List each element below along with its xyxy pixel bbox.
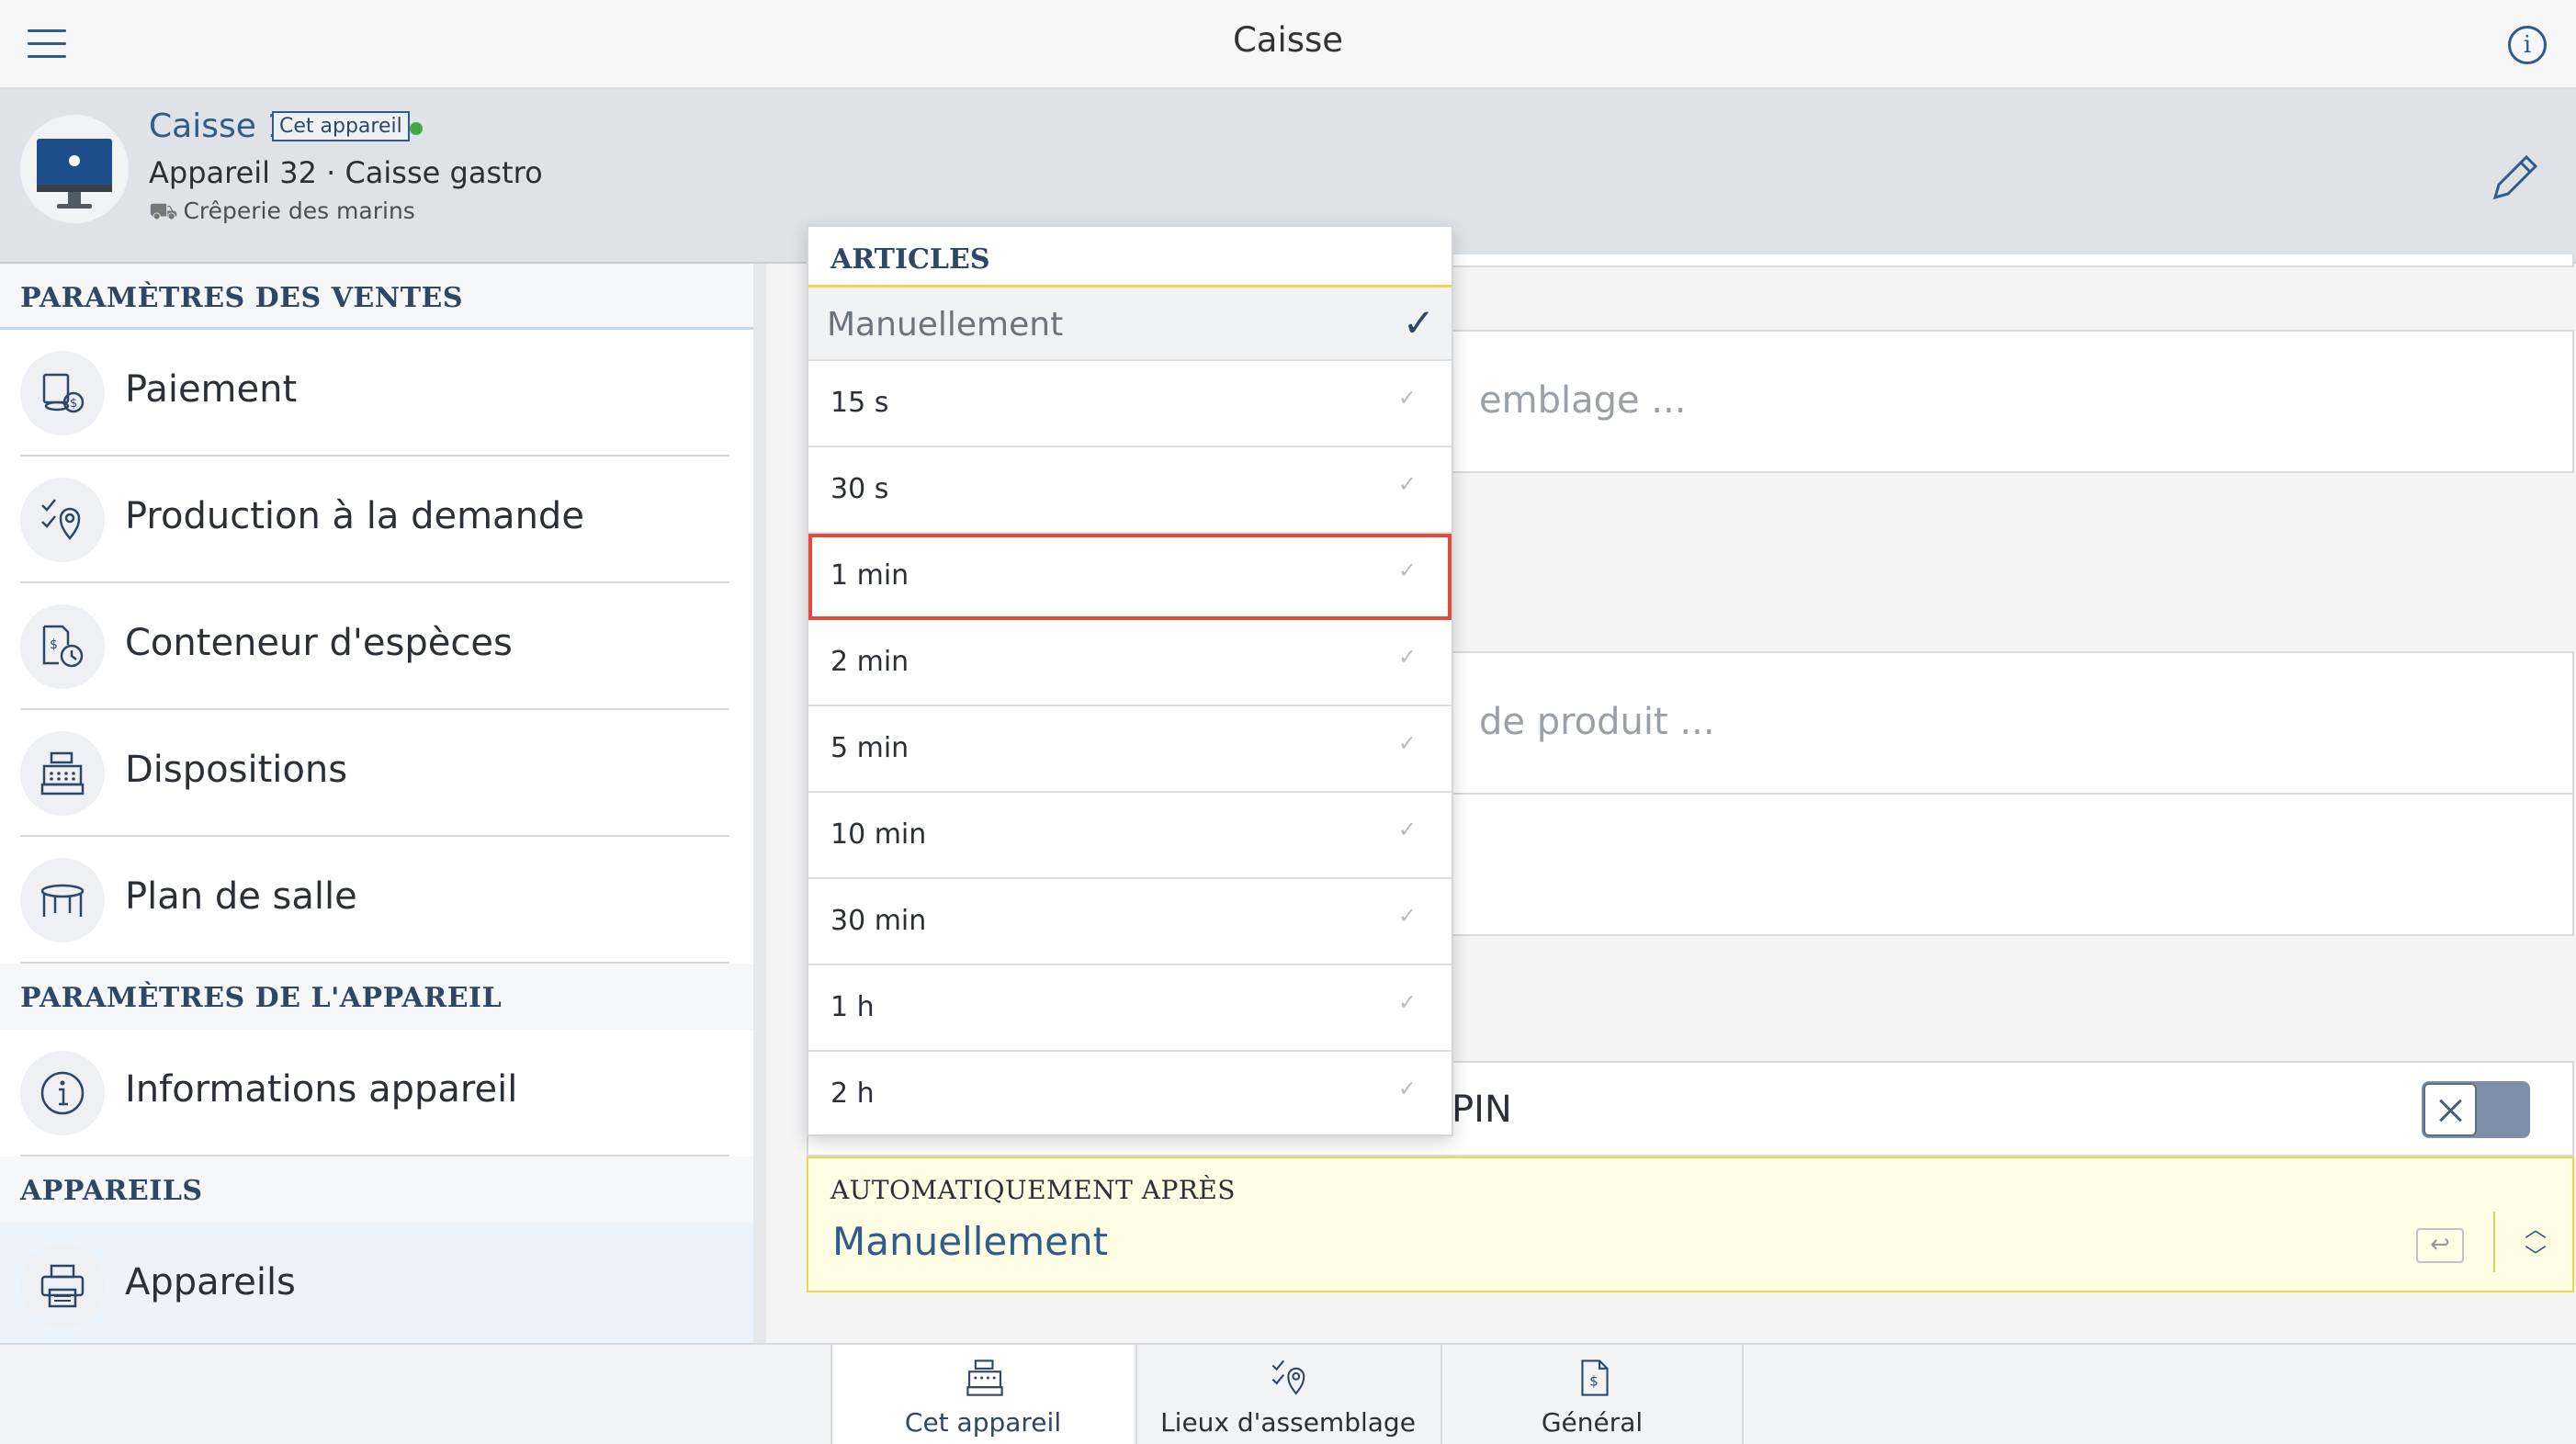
sidebar-item-label: Paiement bbox=[125, 368, 298, 411]
assembly-location-placeholder: emblage ... bbox=[1479, 379, 1687, 422]
auto-after-value: Manuellement bbox=[832, 1219, 1109, 1264]
table-icon bbox=[20, 858, 105, 942]
device-name: Caisse 1 bbox=[149, 107, 288, 145]
option-label: 1 min bbox=[830, 559, 910, 592]
checkmark-icon: ✓ bbox=[1397, 644, 1417, 670]
checkmark-icon: ✓ bbox=[1397, 989, 1417, 1015]
dropdown-option[interactable]: 2 min ✓ bbox=[808, 620, 1452, 706]
dropdown-header: ARTICLES bbox=[808, 227, 1452, 288]
sidebar-item-cash-container[interactable]: $ Conteneur d'espèces bbox=[20, 583, 729, 710]
device-subtitle: Appareil 32 · Caisse gastro bbox=[149, 155, 543, 190]
auto-after-field[interactable]: AUTOMATIQUEMENT APRÈS Manuellement ↩ ︿ ﹀ bbox=[807, 1156, 2574, 1292]
tab-label: Lieux d'assemblage bbox=[1160, 1407, 1416, 1438]
document-dollar-icon: $ bbox=[1581, 1359, 1609, 1396]
pencil-icon[interactable] bbox=[2488, 150, 2543, 205]
sidebar-item-label: Dispositions bbox=[125, 749, 348, 791]
option-label: Manuellement bbox=[827, 306, 1064, 344]
sidebar-item-production[interactable]: Production à la demande bbox=[20, 457, 729, 583]
checkmark-icon: ✓ bbox=[1397, 903, 1417, 929]
stepper-chevrons-icon[interactable]: ︿ ﹀ bbox=[2525, 1215, 2547, 1270]
option-label: 10 min bbox=[830, 818, 927, 851]
device-avatar bbox=[20, 115, 129, 223]
register-layout-icon bbox=[20, 731, 105, 816]
option-label: 30 min bbox=[830, 905, 927, 937]
sidebar-item-dispositions[interactable]: Dispositions bbox=[20, 710, 729, 837]
product-placeholder: de produit ... bbox=[1479, 701, 1715, 743]
auto-after-caption: AUTOMATIQUEMENT APRÈS bbox=[830, 1175, 1236, 1205]
tag-icon: ⛟ bbox=[149, 197, 178, 224]
option-label: 30 s bbox=[830, 473, 889, 505]
this-device-badge: Cet appareil bbox=[272, 111, 410, 141]
checkmark-icon: ✓ bbox=[1397, 385, 1417, 411]
dropdown-option-current[interactable]: Manuellement ✓ bbox=[808, 288, 1452, 361]
assembly-location-icon bbox=[1271, 1359, 1305, 1395]
svg-text:$: $ bbox=[50, 637, 58, 652]
dropdown-option[interactable]: 15 s ✓ bbox=[808, 361, 1452, 447]
dropdown-option[interactable]: 30 s ✓ bbox=[808, 447, 1452, 534]
checkmark-icon: ✓ bbox=[1397, 730, 1417, 756]
section-title-sales: PARAMÈTRES DES VENTES bbox=[0, 264, 753, 330]
duration-dropdown: ARTICLES Manuellement ✓ 15 s ✓ 30 s ✓ 1 mi… bbox=[807, 225, 1453, 1136]
section-title-devices: APPAREILS bbox=[0, 1156, 753, 1223]
sidebar-item-device-info[interactable]: Informations appareil bbox=[20, 1030, 729, 1156]
sidebar-item-label: Plan de salle bbox=[125, 875, 357, 918]
option-label: 15 s bbox=[830, 387, 889, 419]
tab-label: Cet appareil bbox=[904, 1407, 1062, 1438]
dropdown-option-highlighted[interactable]: 1 min ✓ bbox=[808, 534, 1452, 620]
option-label: 5 min bbox=[830, 732, 910, 764]
payment-icon: $ bbox=[20, 351, 105, 435]
monitor-icon bbox=[37, 139, 112, 209]
option-label: 2 h bbox=[830, 1077, 875, 1110]
device-location-label: Crêperie des marins bbox=[183, 197, 415, 224]
cash-container-icon: $ bbox=[20, 604, 105, 689]
sidebar-item-devices[interactable]: Appareils bbox=[0, 1223, 753, 1349]
option-label: 1 h bbox=[830, 991, 875, 1023]
return-key-icon[interactable]: ↩ bbox=[2416, 1228, 2464, 1263]
option-label: 2 min bbox=[830, 646, 910, 678]
pin-label: PIN bbox=[1452, 1089, 1512, 1131]
sidebar: PARAMÈTRES DES VENTES $ Paiement Product… bbox=[0, 264, 766, 1349]
online-status-dot bbox=[410, 122, 423, 135]
checkmark-icon: ✓ bbox=[1397, 1076, 1417, 1101]
field-divider bbox=[2493, 1212, 2495, 1272]
page-title: Caisse bbox=[1232, 20, 1344, 60]
dropdown-option[interactable]: 30 min ✓ bbox=[808, 879, 1452, 965]
info-icon bbox=[20, 1051, 105, 1135]
section-title-device: PARAMÈTRES DE L'APPAREIL bbox=[0, 964, 753, 1030]
sidebar-item-label: Appareils bbox=[125, 1261, 296, 1303]
pin-toggle[interactable] bbox=[2422, 1081, 2530, 1138]
dropdown-option[interactable]: 10 min ✓ bbox=[808, 793, 1452, 879]
top-bar: Caisse i bbox=[0, 0, 2576, 89]
dropdown-option[interactable]: 2 h ✓ bbox=[808, 1052, 1452, 1138]
sidebar-item-payment[interactable]: $ Paiement bbox=[20, 330, 729, 457]
toggle-off-icon bbox=[2423, 1083, 2477, 1136]
checkmark-icon: ✓ bbox=[1397, 817, 1417, 842]
tab-this-device[interactable]: Cet appareil bbox=[830, 1345, 1134, 1444]
tab-general[interactable]: $ Général bbox=[1441, 1345, 1744, 1444]
checkmark-icon: ✓ bbox=[1397, 471, 1417, 497]
sidebar-item-label: Production à la demande bbox=[125, 495, 584, 537]
checkmark-icon: ✓ bbox=[1402, 300, 1435, 345]
device-location: ⛟ Crêperie des marins bbox=[149, 197, 415, 227]
bottom-tab-bar: Cet appareil Lieux d'assemblage $ Généra… bbox=[0, 1343, 2576, 1444]
svg-text:$: $ bbox=[70, 397, 77, 411]
production-icon bbox=[20, 478, 105, 562]
tab-label: Général bbox=[1541, 1407, 1644, 1438]
cash-register-icon bbox=[966, 1359, 1003, 1396]
info-icon[interactable]: i bbox=[2508, 26, 2547, 64]
svg-text:$: $ bbox=[1589, 1372, 1599, 1389]
sidebar-item-label: Conteneur d'espèces bbox=[125, 622, 513, 664]
printer-icon bbox=[20, 1244, 105, 1328]
dropdown-option[interactable]: 5 min ✓ bbox=[808, 706, 1452, 793]
tab-assembly-locations[interactable]: Lieux d'assemblage bbox=[1135, 1345, 1439, 1444]
sidebar-item-floor-plan[interactable]: Plan de salle bbox=[20, 837, 729, 964]
sidebar-item-label: Informations appareil bbox=[125, 1068, 518, 1111]
checkmark-icon: ✓ bbox=[1397, 558, 1417, 583]
dropdown-option[interactable]: 1 h ✓ bbox=[808, 965, 1452, 1052]
